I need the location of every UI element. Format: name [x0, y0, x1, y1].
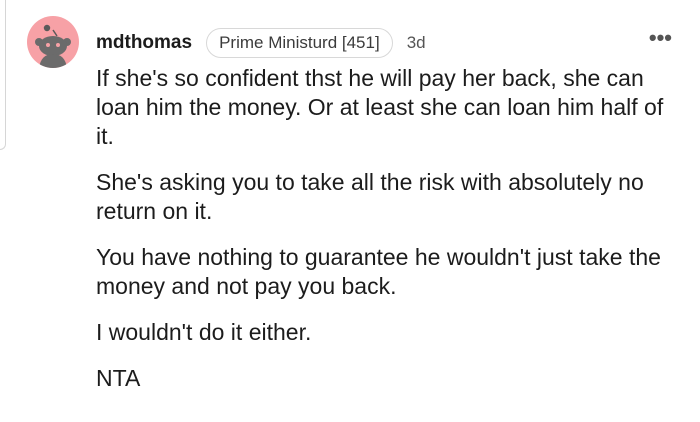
user-flair: Prime Ministurd [451]	[206, 28, 393, 58]
avatar[interactable]	[27, 16, 79, 68]
comment-body: If she's so confident thst he will pay h…	[96, 64, 686, 410]
comment-paragraph: You have nothing to guarantee he wouldn'…	[96, 244, 661, 299]
username[interactable]: mdthomas	[96, 32, 192, 54]
timestamp[interactable]: 3d	[407, 33, 426, 53]
comment-paragraph: If she's so confident thst he will pay h…	[96, 65, 664, 149]
snoo-avatar-icon	[35, 24, 71, 68]
comment-paragraph: She's asking you to take all the risk wi…	[96, 169, 644, 224]
comment-paragraph: I wouldn't do it either.	[96, 319, 312, 345]
comment-paragraph: NTA	[96, 365, 141, 391]
more-options-icon[interactable]: •••	[649, 27, 672, 49]
thread-line[interactable]	[0, 0, 6, 150]
comment-header: mdthomas Prime Ministurd [451] 3d	[96, 27, 426, 59]
